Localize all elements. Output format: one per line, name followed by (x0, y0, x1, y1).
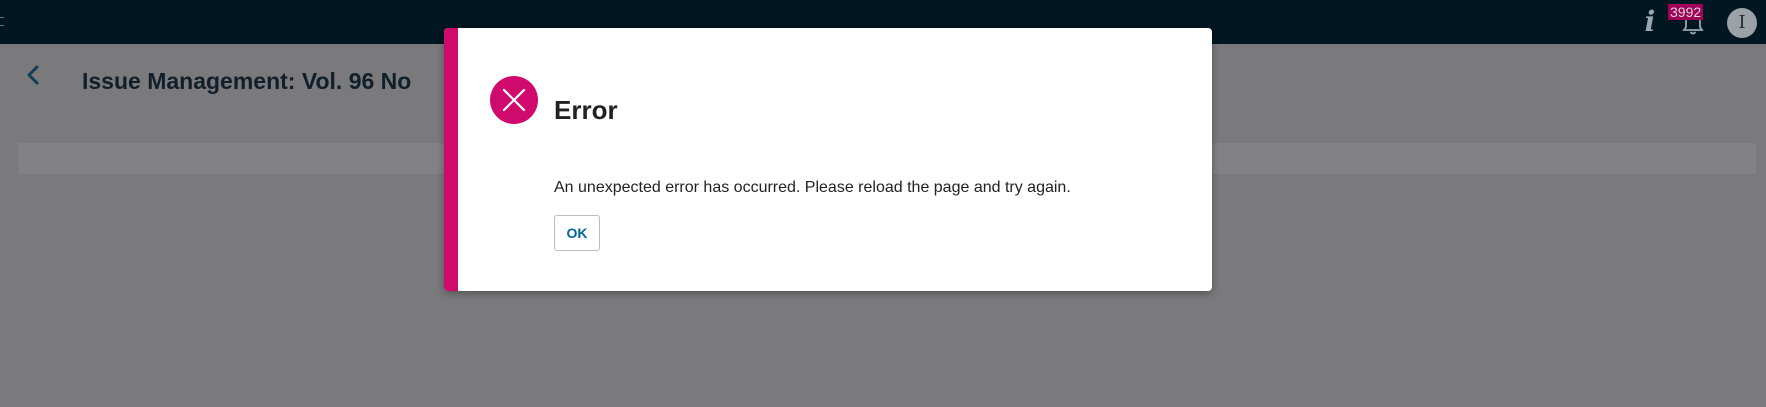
help-icon[interactable]: i (1640, 6, 1660, 38)
menu-edge-icon[interactable] (0, 17, 4, 26)
back-button[interactable] (22, 60, 44, 90)
user-avatar[interactable]: I (1727, 8, 1757, 38)
page-title: Issue Management: Vol. 96 No (82, 68, 412, 94)
error-dialog: Error An unexpected error has occurred. … (444, 28, 1212, 291)
notification-count-badge: 3992 (1668, 4, 1704, 20)
dialog-accent-bar (444, 28, 458, 291)
chevron-left-icon (27, 65, 39, 85)
app-page: i 3992 I Issue Management: Vol. 96 No Er… (0, 0, 1766, 407)
dialog-message: An unexpected error has occurred. Please… (554, 179, 1071, 196)
ok-button[interactable]: OK (554, 215, 600, 251)
dialog-title: Error (554, 95, 618, 125)
error-x-icon (490, 76, 538, 124)
